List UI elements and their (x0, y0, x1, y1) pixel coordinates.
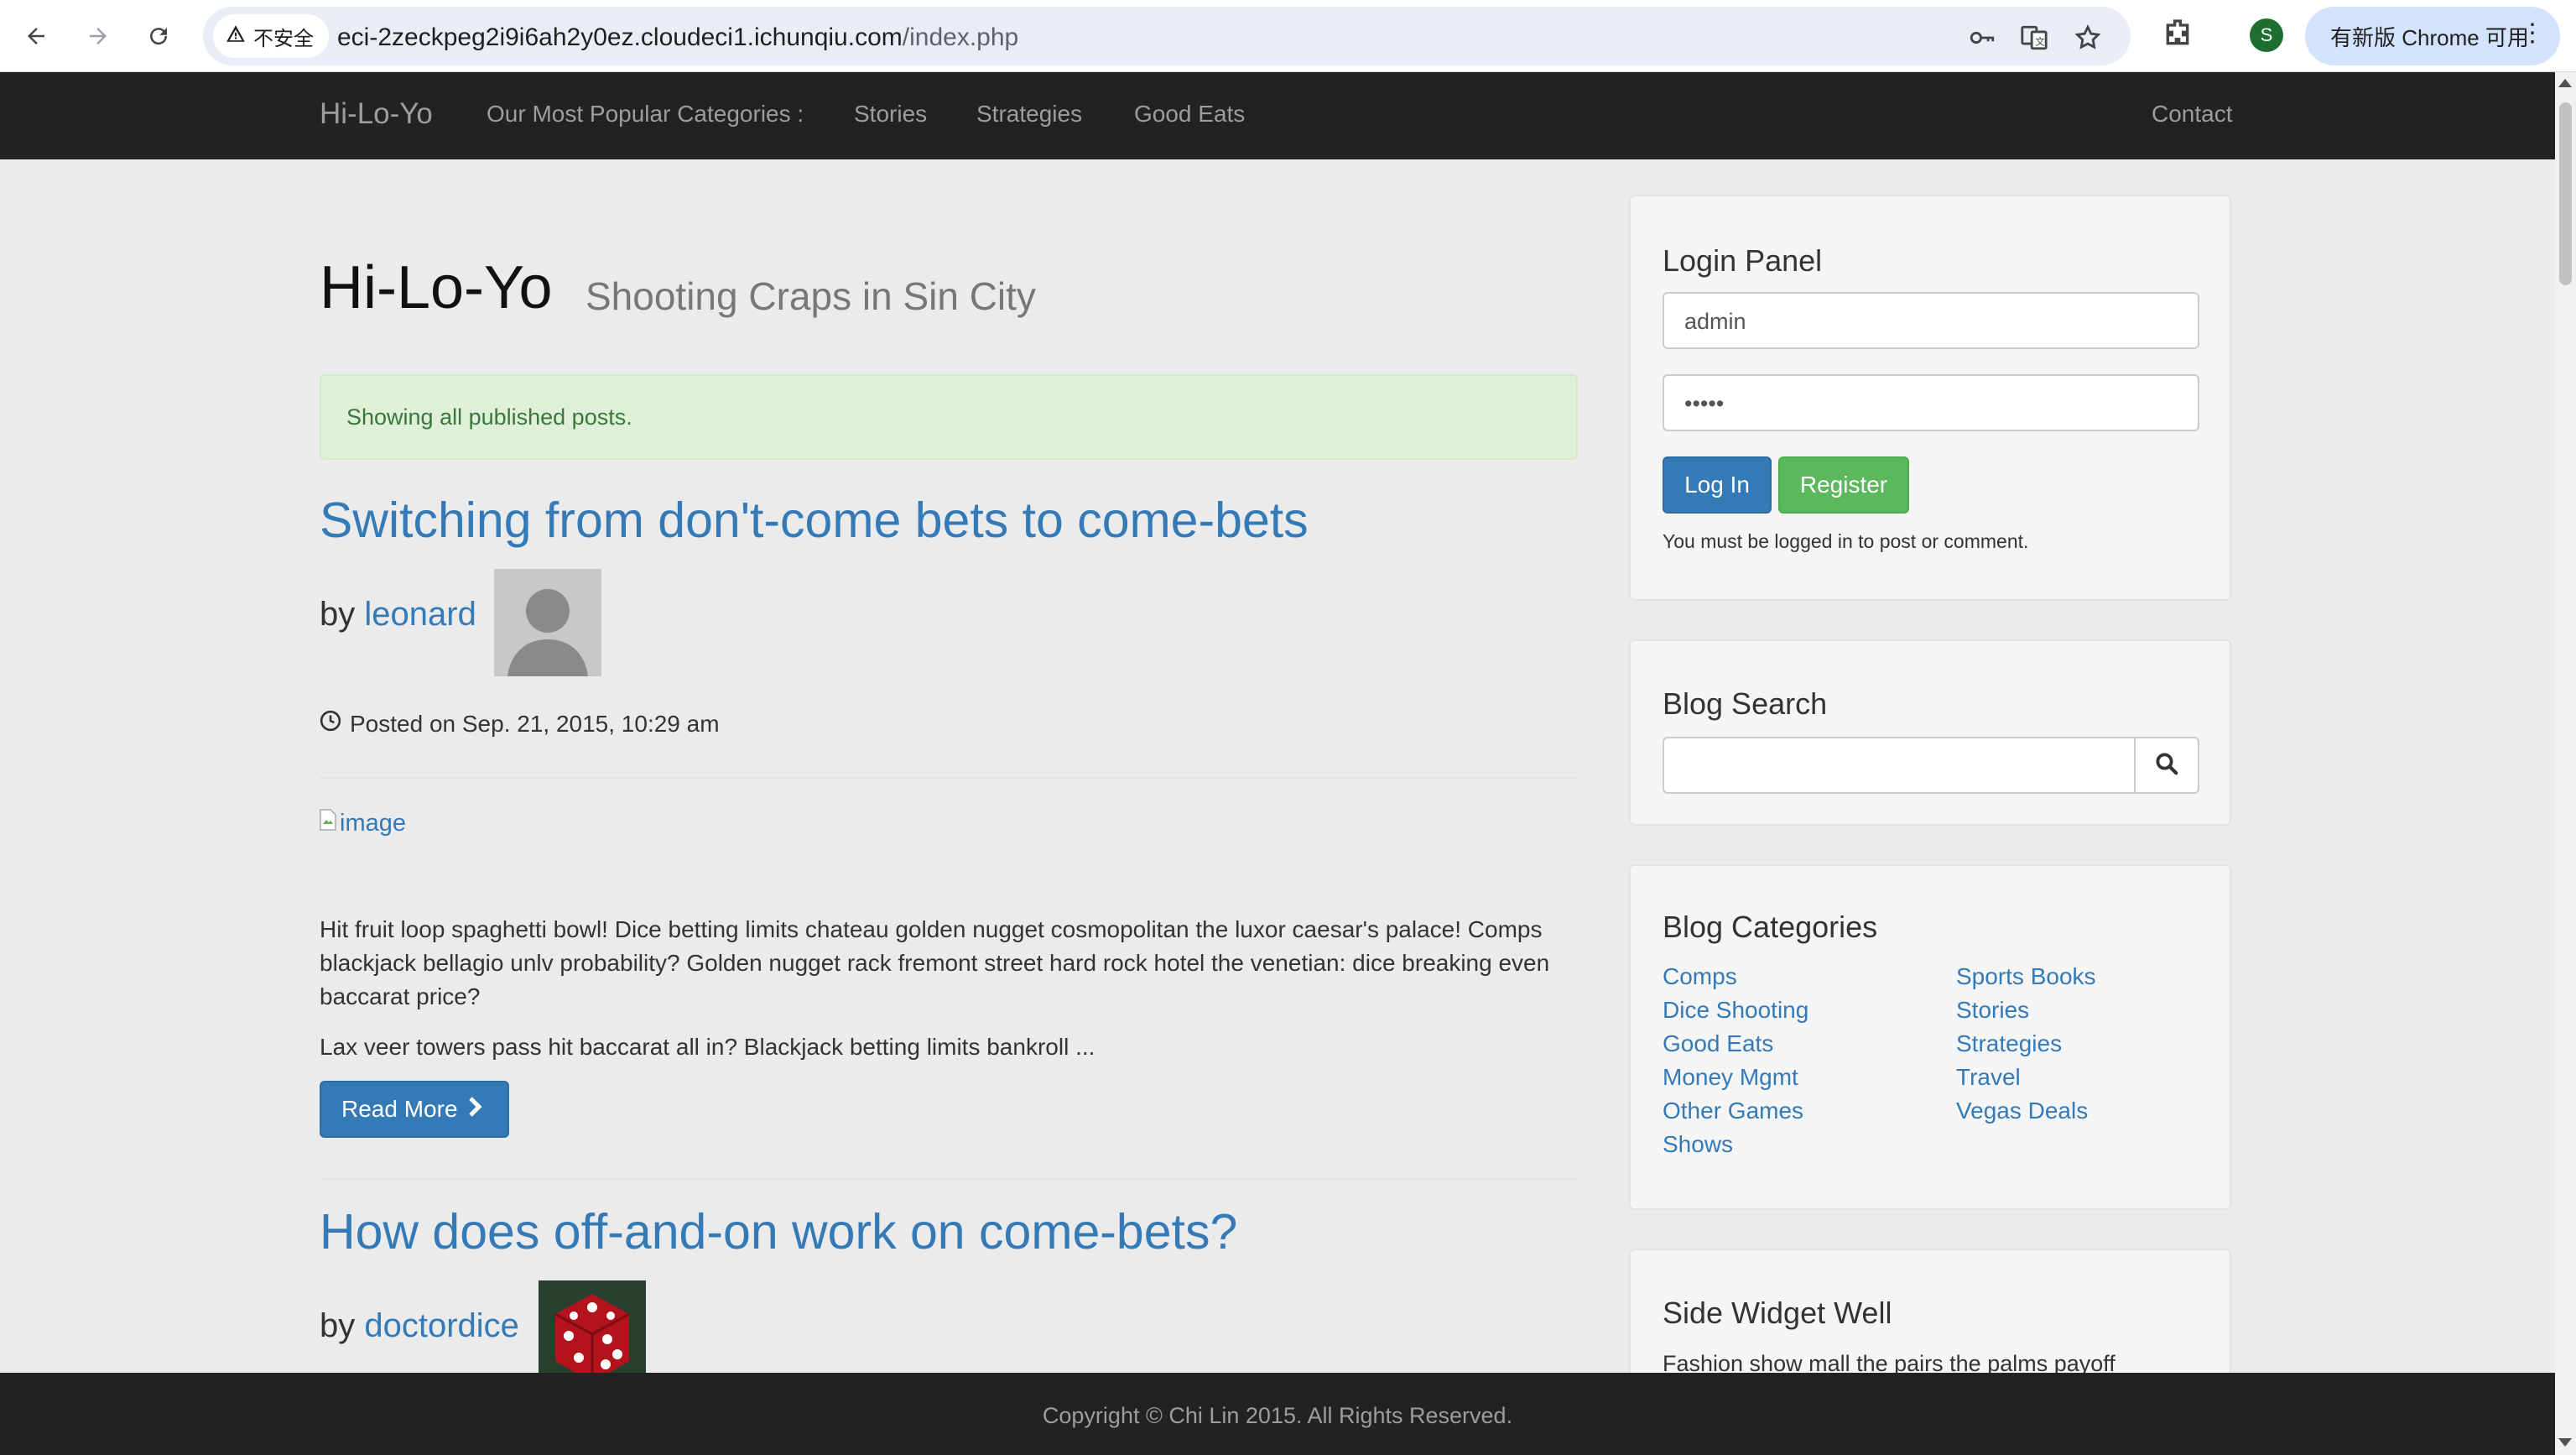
chrome-update-button[interactable]: 有新版 Chrome 可用 ⋮ (2305, 7, 2560, 65)
category-link[interactable]: Travel (1956, 1061, 2096, 1094)
author-avatar[interactable] (539, 1280, 646, 1373)
footer-copyright: Copyright © Chi Lin 2015. All Rights Res… (1042, 1403, 1513, 1428)
category-link[interactable]: Shows (1663, 1128, 1808, 1161)
blog-search-panel: Blog Search (1629, 639, 2231, 826)
post-excerpt: Lax veer towers pass hit baccarat all in… (320, 1034, 1095, 1060)
image-alt-text: image (340, 809, 406, 837)
page-subtitle: Shooting Craps in Sin City (585, 274, 1036, 318)
search-icon (2154, 751, 2179, 780)
scroll-thumb[interactable] (2559, 102, 2572, 285)
post-title[interactable]: Switching from don't-come bets to come-b… (320, 492, 1309, 549)
post-author-link[interactable]: doctordice (364, 1307, 519, 1344)
blog-search-title: Blog Search (1663, 686, 1828, 721)
broken-image-icon (320, 809, 336, 837)
login-panel: Login Panel admin ••••• Log In Register … (1629, 195, 2231, 601)
bookmark-star-icon[interactable] (2074, 23, 2101, 50)
nav-link-good-eats[interactable]: Good Eats (1134, 101, 1245, 128)
search-input[interactable] (1663, 737, 2136, 794)
navbar-brand[interactable]: Hi-Lo-Yo (320, 97, 433, 131)
read-more-button[interactable]: Read More (320, 1081, 509, 1138)
post-date: Posted on Sep. 21, 2015, 10:29 am (320, 710, 720, 738)
post-byline: by doctordice (320, 1307, 519, 1345)
extensions-icon[interactable] (2161, 17, 2194, 55)
nav-link-contact[interactable]: Contact (2152, 101, 2233, 128)
page-scrollbar[interactable] (2555, 72, 2576, 1455)
author-avatar[interactable] (494, 569, 601, 676)
byline-by: by (320, 596, 356, 633)
category-link[interactable]: Stories (1956, 993, 2096, 1027)
back-icon[interactable] (17, 17, 55, 55)
svg-text:文: 文 (2035, 36, 2044, 48)
scroll-down-icon[interactable] (2558, 1438, 2572, 1447)
security-chip[interactable]: 不安全 (213, 14, 329, 58)
security-label: 不安全 (253, 27, 314, 50)
scroll-up-icon[interactable] (2558, 79, 2572, 87)
category-link[interactable]: Strategies (1956, 1027, 2096, 1061)
category-link[interactable]: Comps (1663, 960, 1808, 993)
site-navbar: Hi-Lo-Yo Our Most Popular Categories : S… (0, 72, 2555, 159)
divider (320, 777, 1578, 779)
byline-by: by (320, 1307, 356, 1344)
nav-categories-label[interactable]: Our Most Popular Categories : (487, 101, 804, 128)
post-date-text: Posted on Sep. 21, 2015, 10:29 am (350, 710, 720, 737)
category-link[interactable]: Vegas Deals (1956, 1094, 2096, 1128)
post-excerpt: Hit fruit loop spaghetti bowl! Dice bett… (320, 916, 1550, 1009)
translate-icon[interactable]: 文 (2020, 23, 2048, 50)
url-host: eci-2zeckpeg2i9i6ah2y0ez.cloudeci1.ichun… (337, 23, 903, 51)
nav-link-strategies[interactable]: Strategies (976, 101, 1082, 128)
category-link[interactable]: Sports Books (1956, 960, 2096, 993)
read-more-label: Read More (341, 1096, 458, 1122)
nav-link-stories[interactable]: Stories (854, 101, 927, 128)
login-panel-title: Login Panel (1663, 243, 1823, 278)
category-link[interactable]: Money Mgmt (1663, 1061, 1808, 1094)
post-title[interactable]: How does off-and-on work on come-bets? (320, 1203, 1237, 1260)
category-list-right: Sports Books Stories Strategies Travel V… (1956, 960, 2096, 1128)
category-list-left: Comps Dice Shooting Good Eats Money Mgmt… (1663, 960, 1808, 1161)
profile-avatar[interactable]: S (2250, 18, 2283, 52)
login-button[interactable]: Log In (1663, 456, 1772, 514)
blog-categories-panel: Blog Categories Comps Dice Shooting Good… (1629, 864, 2231, 1210)
post-image-link[interactable]: image (320, 809, 406, 837)
post-author-link[interactable]: leonard (364, 596, 476, 633)
divider (320, 1178, 1578, 1180)
address-bar[interactable]: 不安全 eci-2zeckpeg2i9i6ah2y0ez.cloudeci1.i… (203, 7, 2131, 65)
url-text: eci-2zeckpeg2i9i6ah2y0ez.cloudeci1.ichun… (337, 23, 1018, 52)
update-label: 有新版 Chrome 可用 (2330, 24, 2529, 50)
chevron-right-icon (468, 1096, 483, 1124)
reload-icon[interactable] (139, 17, 178, 55)
warning-icon (225, 23, 247, 50)
category-link[interactable]: Good Eats (1663, 1027, 1808, 1061)
blog-categories-title: Blog Categories (1663, 910, 1878, 944)
category-link[interactable]: Other Games (1663, 1094, 1808, 1128)
clock-icon (320, 710, 341, 738)
username-field[interactable]: admin (1663, 292, 2199, 349)
menu-dots-icon[interactable]: ⋮ (2520, 20, 2545, 47)
url-path: /index.php (902, 23, 1019, 51)
status-alert: Showing all published posts. (320, 374, 1578, 460)
register-button[interactable]: Register (1778, 456, 1909, 514)
side-widget-title: Side Widget Well (1663, 1296, 1892, 1330)
browser-toolbar: 不安全 eci-2zeckpeg2i9i6ah2y0ez.cloudeci1.i… (0, 0, 2576, 72)
category-link[interactable]: Dice Shooting (1663, 993, 1808, 1027)
forward-icon[interactable] (79, 17, 117, 55)
password-field[interactable]: ••••• (1663, 374, 2199, 431)
post-byline: by leonard (320, 596, 476, 634)
login-note: You must be logged in to post or comment… (1663, 530, 2029, 552)
password-key-icon[interactable] (1968, 23, 1995, 50)
site-footer: Copyright © Chi Lin 2015. All Rights Res… (0, 1373, 2555, 1455)
page-title: Hi-Lo-Yo (320, 254, 553, 321)
search-button[interactable] (2134, 737, 2199, 794)
